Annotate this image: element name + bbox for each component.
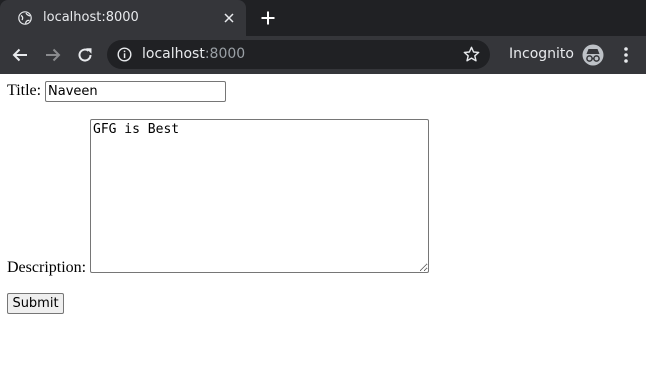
address-bar[interactable]: localhost:8000: [107, 40, 490, 69]
page-content: Title: Description: GFG is Best Submit: [0, 74, 646, 390]
plus-icon[interactable]: [261, 11, 275, 25]
tab-strip: localhost:8000: [0, 0, 646, 36]
tab-title: localhost:8000: [43, 10, 139, 25]
globe-icon: [18, 11, 32, 25]
incognito-icon[interactable]: [582, 44, 604, 66]
url-host: localhost: [142, 46, 205, 62]
incognito-label: Incognito: [509, 46, 574, 62]
reload-icon[interactable]: [76, 46, 94, 64]
browser-tab[interactable]: localhost:8000: [0, 0, 246, 36]
title-input[interactable]: [45, 81, 226, 102]
description-textarea[interactable]: GFG is Best: [90, 119, 429, 273]
back-arrow-icon[interactable]: [11, 46, 29, 64]
url-port: :8000: [204, 46, 246, 62]
close-icon[interactable]: [224, 13, 234, 23]
browser-toolbar: localhost:8000 Incognito: [0, 36, 646, 74]
more-vert-icon[interactable]: [619, 46, 633, 64]
submit-button[interactable]: Submit: [7, 293, 64, 314]
forward-arrow-icon[interactable]: [44, 46, 62, 64]
title-label: Title:: [7, 82, 42, 99]
description-label: Description:: [7, 259, 87, 276]
info-icon[interactable]: [117, 47, 132, 62]
star-icon[interactable]: [463, 46, 480, 63]
url-text: localhost:8000: [142, 46, 245, 62]
